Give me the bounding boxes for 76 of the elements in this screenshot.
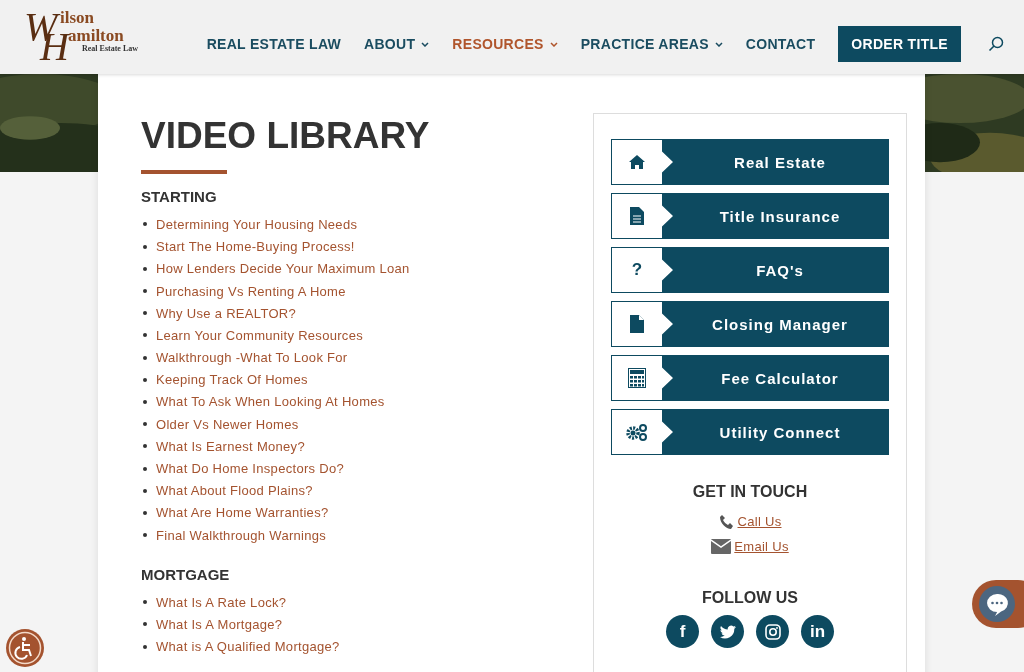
section-heading: GET IN TOUCH [692,483,808,501]
bullet-icon [143,400,147,404]
document-icon [630,207,644,225]
video-link[interactable]: What Is Earnest Money? [156,438,305,454]
bullet-icon [143,488,147,493]
email-link[interactable]: Email Us [734,539,789,554]
video-link[interactable]: What To Ask When Looking At Homes [156,394,385,410]
chat-icon [978,585,1016,623]
twitter-button[interactable] [711,615,744,648]
video-link[interactable]: Determining Your Housing Needs [156,217,358,232]
sidebar-button[interactable]: Closing Manager [611,301,889,347]
nav-link[interactable]: RESOURCES [452,36,558,52]
accessibility-icon[interactable] [5,628,45,668]
sidebar-button[interactable]: Real Estate [611,139,889,185]
bullet-icon [143,444,147,449]
video-link[interactable]: What Are Home Warranties? [156,505,329,521]
video-link[interactable]: Older Vs Newer Homes [156,416,299,432]
video-link[interactable]: What Is A Rate Lock? [156,594,287,610]
video-link[interactable]: Why Use a REALTOR? [156,305,296,321]
bullet-icon [143,466,147,471]
video-link[interactable]: What is A Qualified Mortgage? [156,639,340,655]
bird-icon [719,624,736,639]
bullet-icon [143,533,147,538]
video-link[interactable]: Keeping Track Of Homes [156,372,308,388]
bullet-icon [143,600,147,605]
gears-icon [626,423,648,441]
sidebar-button[interactable]: ? FAQ's [611,247,889,293]
bullet-icon [143,333,147,338]
question-icon: ? [631,260,643,280]
bullet-icon [143,377,147,382]
video-link[interactable]: What Do Home Inspectors Do? [156,461,344,477]
sidebar-button[interactable]: Utility Connect [611,409,889,455]
video-link[interactable]: Walkthrough -What To Look For [156,350,348,366]
section-heading: FOLLOW US [702,589,798,607]
nav-link[interactable]: PRACTICE AREAS [580,36,723,52]
nav-link[interactable]: CONTACT [745,36,816,52]
sidebar-button[interactable]: Fee Calculator [611,355,889,401]
nav-link[interactable]: REAL ESTATE LAW [206,36,342,52]
video-link[interactable]: Final Walkthrough Warnings [156,527,327,543]
call-link[interactable]: Call Us [737,514,782,529]
camera-icon [764,623,781,640]
section-heading: STARTING [141,188,218,206]
video-link[interactable]: What Is A Mortgage? [156,617,283,632]
bullet-icon [143,289,147,294]
video-link[interactable]: How Lenders Decide Your Maximum Loan [156,261,410,277]
sidebar-button[interactable]: Title Insurance [611,193,889,239]
bullet-icon [143,622,147,627]
section-heading: MORTGAGE [141,566,231,584]
facebook-button[interactable]: f [666,615,699,648]
caret-icon [714,41,723,47]
video-link[interactable]: Learn Your Community Resources [156,327,363,343]
bullet-icon [143,644,147,649]
video-link[interactable]: What About Flood Plains? [156,483,313,499]
home-icon [628,154,646,170]
email-icon [711,539,732,554]
search-icon[interactable] [988,36,1004,52]
page-title: VIDEO LIBRARY [141,114,431,158]
order-title-button[interactable]: ORDER TITLE [838,26,961,62]
linkedin-button[interactable]: in [801,615,834,648]
bullet-icon [143,355,147,360]
file-icon [630,315,644,333]
caret-icon [549,41,558,47]
bullet-icon [143,510,147,515]
phone-icon [718,513,735,530]
bullet-icon [143,311,147,316]
bullet-icon [143,244,147,249]
calculator-icon [628,368,646,388]
bullet-icon [143,266,147,271]
video-link[interactable]: Start The Home-Buying Process! [156,239,355,255]
bullet-icon [143,222,147,227]
nav-link[interactable]: ABOUT [364,36,430,52]
instagram-button[interactable] [756,615,789,648]
chat-button[interactable] [972,580,1024,628]
video-link[interactable]: Purchasing Vs Renting A Home [156,283,346,299]
caret-icon [421,41,430,47]
bullet-icon [143,422,147,427]
